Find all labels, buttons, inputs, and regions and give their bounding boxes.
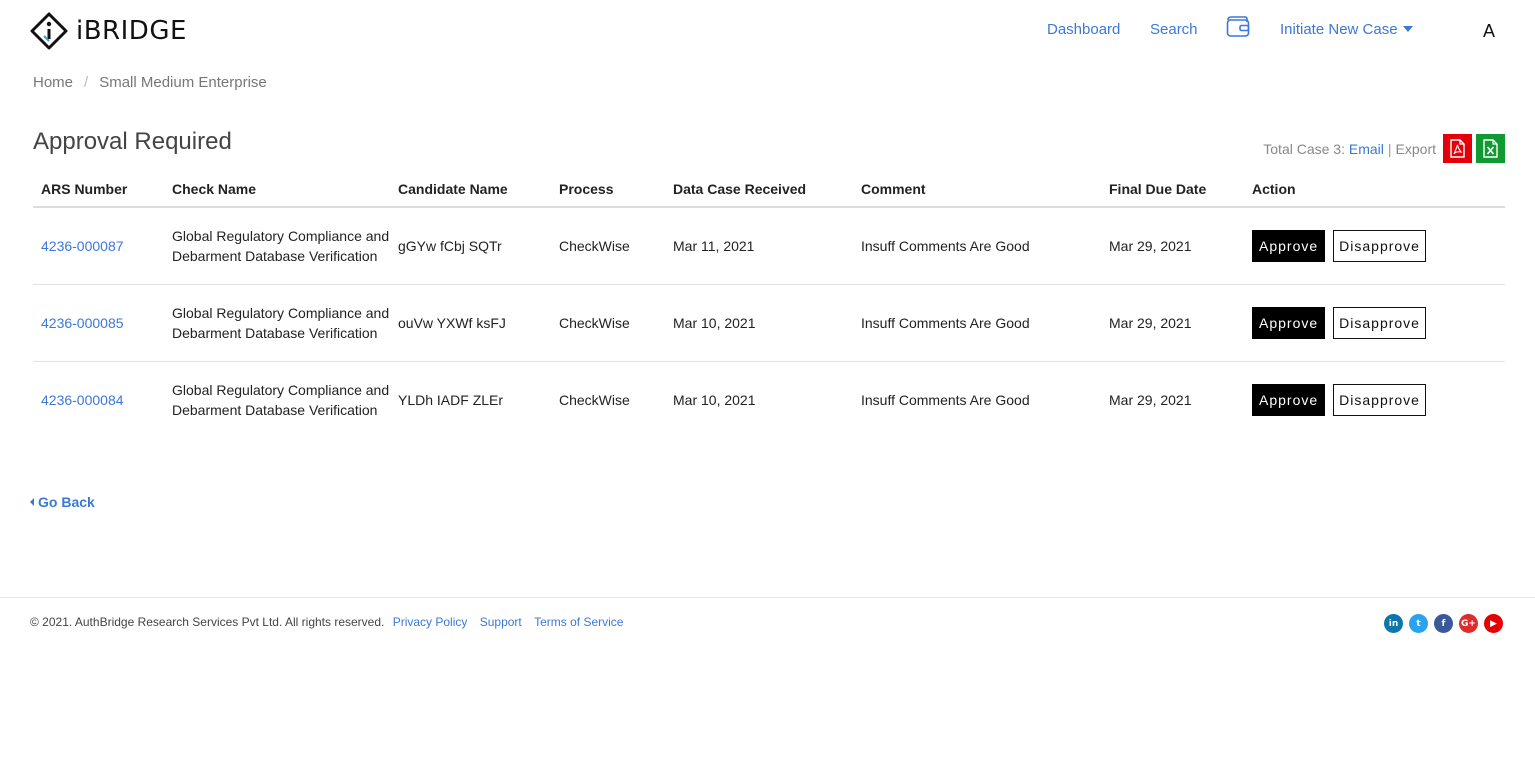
candidate-name-cell: ouVw YXWf ksFJ	[390, 284, 551, 362]
col-header-ars: ARS Number	[33, 172, 164, 208]
table-row: 4236-000087 Global Regulatory Compliance…	[33, 207, 1505, 285]
table-row: 4236-000085 Global Regulatory Compliance…	[33, 284, 1505, 362]
export-toolbar: Total Case 3: Email | Export	[1263, 134, 1505, 163]
disapprove-button[interactable]: Disapprove	[1333, 229, 1426, 262]
googleplus-icon[interactable]: G+	[1459, 614, 1478, 633]
nav-dashboard-link[interactable]: Dashboard	[1047, 21, 1120, 38]
footer-text: © 2021. AuthBridge Research Services Pvt…	[30, 615, 627, 629]
twitter-icon[interactable]: t	[1409, 614, 1428, 633]
col-header-process: Process	[551, 172, 665, 208]
initiate-new-case-label: Initiate New Case	[1280, 21, 1398, 38]
linkedin-icon[interactable]: in	[1384, 614, 1403, 633]
copyright-text: © 2021. AuthBridge Research Services Pvt…	[30, 615, 385, 629]
ars-number-link[interactable]: 4236-000087	[41, 238, 124, 254]
process-cell: CheckWise	[551, 284, 665, 362]
disapprove-button[interactable]: Disapprove	[1333, 383, 1426, 416]
total-case-count: Total Case 3:	[1263, 140, 1345, 157]
process-cell: CheckWise	[551, 207, 665, 285]
facebook-icon[interactable]: f	[1434, 614, 1453, 633]
go-back-link[interactable]: Go Back	[30, 494, 95, 510]
caret-down-icon	[1402, 26, 1413, 32]
action-cell: Approve Disapprove	[1244, 284, 1505, 362]
check-name-cell: Global Regulatory Compliance and Debarme…	[172, 381, 390, 418]
col-header-action: Action	[1244, 172, 1505, 208]
table-header-row: ARS Number Check Name Candidate Name Pro…	[33, 172, 1505, 208]
check-name-cell: Global Regulatory Compliance and Debarme…	[164, 284, 390, 362]
export-pdf-button[interactable]	[1443, 134, 1472, 163]
approve-button[interactable]: Approve	[1252, 229, 1326, 262]
table-row: 4236-000084 Global Regulatory Compliance…	[33, 361, 1505, 438]
approve-button[interactable]: Approve	[1252, 383, 1326, 416]
support-link[interactable]: Support	[480, 615, 522, 629]
youtube-icon[interactable]: ▶	[1484, 614, 1503, 633]
social-links: in t f G+ ▶	[1378, 614, 1503, 633]
received-date-cell: Mar 11, 2021	[665, 207, 853, 285]
page-title: Approval Required	[33, 128, 232, 155]
ars-number-link[interactable]: 4236-000084	[41, 392, 124, 408]
comment-cell: Insuff Comments Are Good	[853, 284, 1101, 362]
user-avatar[interactable]: A	[1483, 21, 1495, 42]
received-date-cell: Mar 10, 2021	[673, 391, 756, 408]
main-nav: Dashboard Search Initiate New Case A	[0, 16, 1535, 48]
comment-cell: Insuff Comments Are Good	[853, 207, 1101, 285]
approve-button[interactable]: Approve	[1252, 306, 1326, 339]
disapprove-button[interactable]: Disapprove	[1333, 306, 1426, 339]
action-cell: Approve Disapprove	[1244, 207, 1505, 285]
action-cell: Approve Disapprove	[1244, 361, 1505, 438]
approval-table: ARS Number Check Name Candidate Name Pro…	[33, 172, 1505, 438]
terms-of-service-link[interactable]: Terms of Service	[534, 615, 623, 629]
privacy-policy-link[interactable]: Privacy Policy	[393, 615, 468, 629]
candidate-name-cell: YLDh IADF ZLEr	[398, 391, 504, 408]
due-date-cell: Mar 29, 2021	[1101, 284, 1244, 362]
toolbar-separator: |	[1387, 140, 1392, 157]
page-footer: © 2021. AuthBridge Research Services Pvt…	[0, 597, 1535, 657]
due-date-cell: Mar 29, 2021	[1101, 207, 1244, 285]
ars-number-link[interactable]: 4236-000085	[41, 315, 124, 331]
col-header-comment: Comment	[853, 172, 1101, 208]
col-header-check: Check Name	[164, 172, 390, 208]
due-date-cell: Mar 29, 2021	[1109, 391, 1192, 408]
excel-icon	[1483, 139, 1498, 158]
col-header-received: Data Case Received	[665, 172, 853, 208]
export-label: Export	[1395, 140, 1436, 157]
process-cell: CheckWise	[559, 391, 630, 408]
caret-left-icon	[30, 498, 34, 506]
go-back-label: Go Back	[38, 494, 95, 510]
breadcrumb-current: Small Medium Enterprise	[99, 74, 267, 91]
email-link[interactable]: Email	[1349, 141, 1384, 157]
pdf-icon	[1450, 139, 1465, 158]
comment-cell: Insuff Comments Are Good	[861, 391, 1030, 408]
breadcrumb-separator: /	[84, 74, 89, 91]
received-date-cell: Mar 10, 2021	[665, 284, 853, 362]
initiate-new-case-dropdown[interactable]: Initiate New Case	[1280, 21, 1413, 38]
export-excel-button[interactable]	[1476, 134, 1505, 163]
nav-search-link[interactable]: Search	[1150, 21, 1198, 38]
col-header-due: Final Due Date	[1101, 172, 1244, 208]
col-header-candidate: Candidate Name	[390, 172, 551, 208]
wallet-icon[interactable]	[1226, 16, 1250, 38]
breadcrumb-home[interactable]: Home	[33, 74, 73, 91]
breadcrumb: Home / Small Medium Enterprise	[33, 74, 267, 91]
top-header: iBRIDGE Dashboard Search Initiate New Ca…	[0, 0, 1535, 64]
candidate-name-cell: gGYw fCbj SQTr	[390, 207, 551, 285]
check-name-cell: Global Regulatory Compliance and Debarme…	[164, 207, 390, 285]
